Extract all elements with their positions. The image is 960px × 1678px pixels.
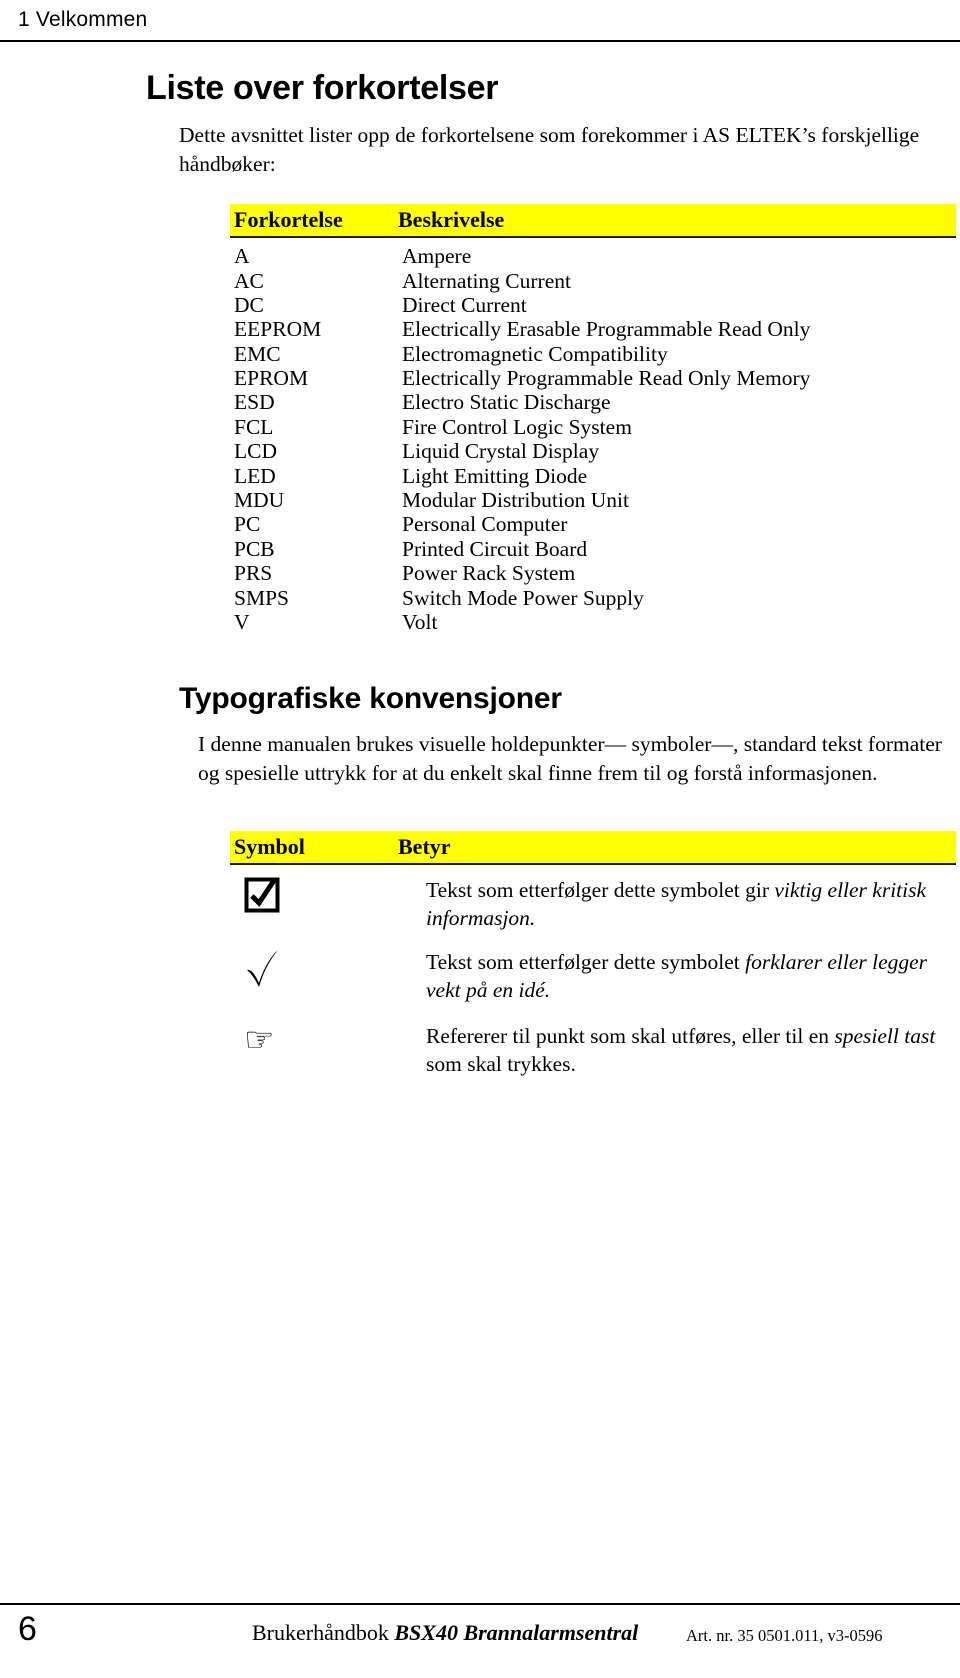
checkbox-checked-icon [244,877,280,913]
abbr-value: Volt [402,610,438,634]
table-row: PRS Power Rack System [230,561,810,585]
symbol-table-block: Symbol Betyr Tekst som etterfølger dette… [146,831,960,1079]
abbr-key: ESD [234,390,275,415]
table-row: SMPS Switch Mode Power Supply [230,586,810,610]
abbreviations-intro: Dette avsnittet lister opp de forkortels… [179,123,920,176]
conventions-section: Typografiske konvensjoner I denne manual… [146,682,960,1078]
symbol-desc-plain-2: som skal trykkes. [426,1051,576,1076]
abbr-value: Alternating Current [402,268,571,293]
column-header-symbol: Symbol [234,834,305,860]
abbr-key: MDU [234,488,285,513]
page-number: 6 [18,1610,37,1648]
abbreviations-table-block: Forkortelse Beskrivelse A Ampere AC Alte… [146,204,960,634]
abbr-value: Electrically Erasable Programmable Read … [402,317,811,342]
table-row: FCL Fire Control Logic System [230,415,810,439]
abbr-key: FCL [234,414,274,439]
abbr-value: Electrically Programmable Read Only Memo… [402,366,811,391]
symbol-row: ☞ Refererer til punkt som skal utføres, … [230,1023,960,1079]
abbr-value: Printed Circuit Board [402,536,588,561]
header-divider [0,40,960,42]
symbol-row: Tekst som etterfølger dette symbolet gir… [230,877,960,933]
abbr-value: Personal Computer [402,512,568,537]
abbreviations-table-header: Forkortelse Beskrivelse [230,204,956,239]
conventions-intro: I denne manualen brukes visuelle holdepu… [198,732,942,785]
abbr-value: Electromagnetic Compatibility [402,341,668,366]
abbr-key: DC [234,292,264,317]
table-row: AC Alternating Current [230,269,810,293]
table-row: PCB Printed Circuit Board [230,537,810,561]
table-row: MDU Modular Distribution Unit [230,488,810,512]
running-header-chapter: 1 Velkommen [18,8,148,31]
table-row: LCD Liquid Crystal Display [230,439,810,463]
footer-manual-reference: Brukerhåndbok BSX40 Brannalarmsentral [252,1620,638,1646]
abbr-key: LED [234,463,276,488]
footer-divider [0,1603,960,1605]
column-header-betyr: Betyr [398,834,451,860]
abbr-value: Modular Distribution Unit [402,488,629,513]
table-row: ESD Electro Static Discharge [230,390,810,414]
symbol-description: Tekst som etterfølger dette symbolet for… [426,949,946,1005]
footer-manual-label: Brukerhåndbok [252,1620,395,1645]
table-row: EPROM Electrically Programmable Read Onl… [230,366,810,390]
abbr-key: PRS [234,561,273,586]
abbreviations-table: A Ampere AC Alternating Current DC Direc… [230,244,810,634]
table-row: A Ampere [230,244,810,268]
symbol-description: Refererer til punkt som skal utføres, el… [426,1023,946,1079]
pointing-hand-icon: ☞ [244,1019,275,1060]
symbol-cell [230,949,426,994]
column-header-forkortelse: Forkortelse [234,207,343,233]
column-header-beskrivelse: Beskrivelse [398,207,505,233]
abbr-key: PC [234,512,261,537]
abbr-key: A [234,244,250,269]
abbr-value: Light Emitting Diode [402,463,588,488]
abbr-value: Electro Static Discharge [402,390,611,415]
symbol-row: Tekst som etterfølger dette symbolet for… [230,949,960,1005]
symbol-desc-plain: Tekst som etterfølger dette symbolet [426,950,746,975]
symbol-description: Tekst som etterfølger dette symbolet gir… [426,877,946,933]
table-row: EMC Electromagnetic Compatibility [230,342,810,366]
document-page: 1 Velkommen Liste over forkortelser Dett… [0,0,960,1678]
table-row: LED Light Emitting Diode [230,464,810,488]
footer-article-info: Art. nr. 35 0501.011, v3-0596 [686,1626,883,1645]
symbol-desc-italic: spesiell tast [834,1023,936,1048]
page-content: Liste over forkortelser Dette avsnittet … [146,69,960,1079]
conventions-title: Typografiske konvensjoner [179,682,562,716]
abbr-key: EEPROM [234,317,322,342]
abbr-value: Fire Control Logic System [402,414,632,439]
abbr-key: SMPS [234,585,289,610]
symbol-table-header: Symbol Betyr [230,831,956,866]
table-row: PC Personal Computer [230,512,810,536]
abbr-value: Power Rack System [402,561,576,586]
abbr-key: LCD [234,439,277,464]
abbr-key: EPROM [234,366,309,391]
abbr-value: Switch Mode Power Supply [402,585,644,610]
abbr-value: Liquid Crystal Display [402,439,600,464]
symbol-cell: ☞ [230,1023,426,1057]
table-row: EEPROM Electrically Erasable Programmabl… [230,317,810,341]
abbr-key: AC [234,268,264,293]
symbol-desc-plain: Tekst som etterfølger dette symbolet gir [426,878,775,903]
abbr-key: EMC [234,341,281,366]
footer-manual-title: BSX40 Brannalarmsentral [394,1620,639,1645]
symbol-desc-plain: Refererer til punkt som skal utføres, el… [426,1023,835,1048]
abbr-value: Direct Current [402,292,527,317]
abbr-key: V [234,610,250,634]
table-row: V Volt [230,610,810,634]
abbr-value: Ampere [402,244,472,269]
checkmark-icon [244,949,282,994]
table-row: DC Direct Current [230,293,810,317]
symbol-cell [230,877,426,913]
abbr-key: PCB [234,536,275,561]
abbreviations-title: Liste over forkortelser [146,69,499,107]
